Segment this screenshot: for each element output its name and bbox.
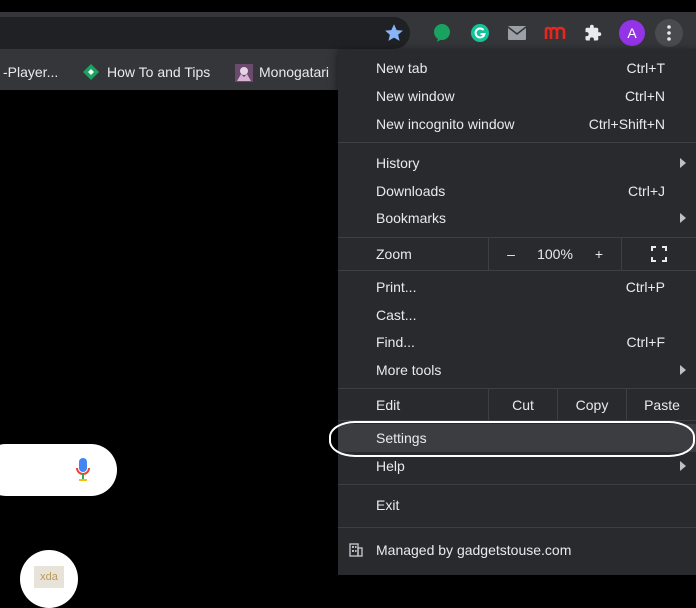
menu-item-label: Exit (376, 497, 400, 513)
profile-initial: A (627, 25, 637, 41)
submenu-arrow-icon (680, 158, 686, 168)
menu-item-new-tab[interactable]: New tab Ctrl+T (338, 54, 696, 82)
m-extension-icon[interactable] (543, 21, 567, 45)
menu-item-label: History (376, 155, 420, 171)
submenu-arrow-icon (680, 213, 686, 223)
menu-item-shortcut: Ctrl+F (626, 334, 666, 350)
paste-button[interactable]: Paste (626, 389, 696, 421)
building-icon (349, 543, 363, 557)
extension-green-bubble-icon[interactable] (430, 21, 454, 45)
mail-extension-icon[interactable] (505, 21, 529, 45)
menu-item-label: More tools (376, 362, 442, 378)
menu-row-edit: Edit Cut Copy Paste (338, 389, 696, 421)
zoom-level: 100% (537, 246, 573, 262)
menu-item-label: Bookmarks (376, 210, 447, 226)
zoom-out-button[interactable]: – (501, 238, 521, 270)
menu-item-exit[interactable]: Exit (338, 491, 696, 519)
menu-item-label: New tab (376, 60, 428, 76)
menu-item-find[interactable]: Find... Ctrl+F (338, 328, 696, 356)
chrome-main-menu: New tab Ctrl+T New window Ctrl+N New inc… (338, 49, 696, 575)
bookmark-label: How To and Tips (107, 63, 211, 80)
grammarly-extension-icon[interactable] (468, 21, 492, 45)
puzzle-extensions-icon[interactable] (581, 21, 605, 45)
menu-item-bookmarks[interactable]: Bookmarks (338, 204, 696, 232)
menu-item-label: Downloads (376, 183, 446, 199)
chrome-menu-button[interactable] (655, 19, 683, 47)
microphone-icon[interactable] (76, 458, 90, 482)
menu-item-label: Find... (376, 334, 415, 350)
bookmark-label: -Player... (3, 63, 59, 80)
menu-item-shortcut: Ctrl+N (624, 88, 665, 104)
cut-button[interactable]: Cut (488, 389, 557, 421)
submenu-arrow-icon (680, 365, 686, 375)
menu-divider (338, 142, 696, 143)
menu-item-new-incognito-window[interactable]: New incognito window Ctrl+Shift+N (338, 110, 696, 138)
menu-divider (338, 484, 696, 485)
menu-item-cast[interactable]: Cast... (338, 301, 696, 329)
menu-item-shortcut: Ctrl+P (625, 279, 665, 295)
menu-item-new-window[interactable]: New window Ctrl+N (338, 82, 696, 110)
anime-character-icon (235, 63, 253, 82)
leaf-icon (83, 63, 99, 80)
menu-item-shortcut: Ctrl+T (626, 60, 666, 76)
menu-item-label: Print... (376, 279, 417, 295)
zoom-label: Zoom (376, 246, 412, 262)
managed-by-notice[interactable]: Managed by gadgetstouse.com (338, 534, 696, 566)
menu-divider (338, 527, 696, 528)
edit-label: Edit (376, 397, 401, 413)
menu-row-zoom: Zoom – 100% + (338, 238, 696, 270)
address-bar[interactable] (0, 17, 410, 49)
fullscreen-icon (651, 246, 667, 262)
menu-item-downloads[interactable]: Downloads Ctrl+J (338, 177, 696, 205)
menu-item-label: Help (376, 458, 405, 474)
bookmark-item[interactable]: -Player... (3, 53, 58, 90)
menu-item-history[interactable]: History (338, 149, 696, 177)
fullscreen-button[interactable] (621, 238, 696, 270)
google-search-box[interactable] (0, 444, 117, 496)
profile-avatar[interactable]: A (619, 20, 645, 46)
window-top-strip (0, 0, 696, 12)
menu-divider (338, 420, 696, 421)
zoom-controls: – 100% + (488, 238, 621, 270)
three-dots-icon (667, 25, 671, 41)
menu-item-print[interactable]: Print... Ctrl+P (338, 273, 696, 301)
bookmark-item[interactable]: How To and Tips (83, 53, 210, 90)
menu-item-shortcut: Ctrl+Shift+N (588, 116, 665, 132)
zoom-in-button[interactable]: + (589, 238, 609, 270)
bookmark-star-icon[interactable] (383, 22, 405, 44)
menu-item-label: Cast... (376, 307, 417, 323)
menu-item-label: New incognito window (376, 116, 515, 132)
menu-item-label: New window (376, 88, 455, 104)
menu-divider (338, 270, 696, 271)
xda-logo: xda (34, 566, 64, 588)
menu-item-help[interactable]: Help (338, 452, 696, 480)
bookmark-label: Monogatari (259, 63, 330, 80)
managed-label: Managed by gadgetstouse.com (376, 542, 572, 558)
bookmark-item[interactable]: Monogatari (235, 53, 329, 90)
menu-item-more-tools[interactable]: More tools (338, 356, 696, 384)
menu-item-label: Settings (376, 430, 427, 446)
menu-item-shortcut: Ctrl+J (628, 183, 665, 199)
copy-button[interactable]: Copy (557, 389, 626, 421)
menu-item-settings[interactable]: Settings (338, 424, 696, 452)
submenu-arrow-icon (680, 461, 686, 471)
